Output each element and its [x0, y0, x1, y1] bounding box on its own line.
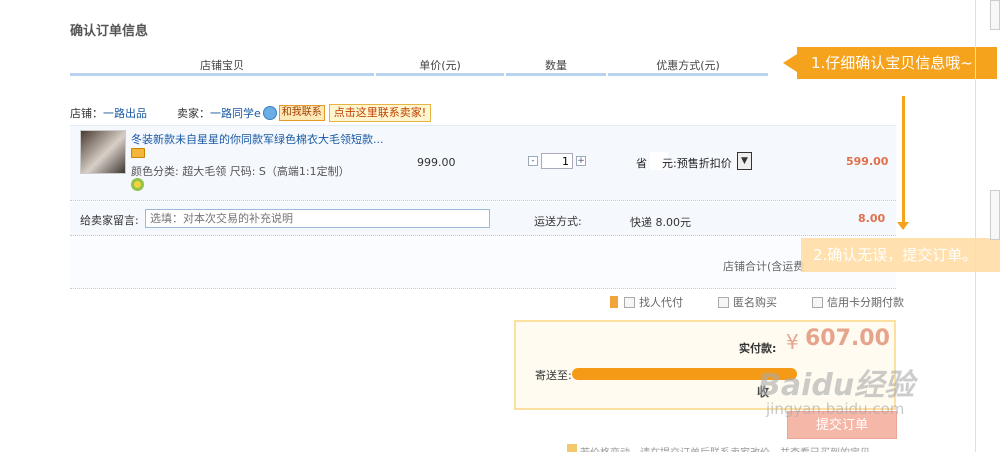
- flower-icon: [131, 178, 144, 191]
- option-label: 匿名购买: [733, 296, 777, 309]
- seller-label: 卖家：: [177, 107, 210, 120]
- callout-step2: 2.确认无误，提交订单。: [801, 238, 1000, 272]
- pay-currency: ¥: [786, 330, 799, 354]
- table-header: 店铺宝贝 单价(元) 数量 优惠方式(元): [70, 56, 780, 78]
- page-title: 确认订单信息: [70, 24, 149, 39]
- note-icon: [567, 444, 577, 452]
- shop-label: 店铺：: [70, 107, 103, 120]
- option-label: 信用卡分期付款: [827, 296, 904, 309]
- item-title-link[interactable]: 冬装新款未自星星的你同款军绿色棉衣大毛领短款...: [131, 131, 384, 147]
- discount-dropdown[interactable]: ▼: [737, 152, 752, 170]
- checkbox[interactable]: [718, 296, 729, 308]
- header-item: 店铺宝贝: [70, 56, 374, 76]
- message-label: 给卖家留言:: [80, 214, 139, 227]
- watermark-logo: Baidu经验: [758, 368, 915, 403]
- item-subtotal: 599.00: [846, 155, 889, 168]
- seller-name-link[interactable]: 一路同学e: [210, 105, 261, 121]
- guide-arrow-icon: [897, 222, 909, 230]
- quantity-stepper: - +: [528, 153, 586, 169]
- side-tab[interactable]: [990, 190, 1000, 240]
- option-anonymous[interactable]: 匿名购买: [718, 294, 777, 310]
- chat-button[interactable]: 和我联系: [278, 105, 325, 121]
- qty-input[interactable]: [541, 153, 573, 169]
- payment-options: 找人代付 匿名购买 信用卡分期付款: [610, 295, 904, 309]
- guide-line: [902, 96, 905, 226]
- checkbox[interactable]: [624, 296, 635, 308]
- page-edge: [975, 0, 976, 452]
- shop-name-link[interactable]: 一路出品: [103, 105, 147, 121]
- contact-seller-button[interactable]: 点击这里联系卖家!: [328, 104, 432, 122]
- header-price: 单价(元): [376, 56, 504, 76]
- header-quantity: 数量: [506, 56, 606, 76]
- pay-label: 实付款:: [739, 342, 777, 355]
- hint-icon: [610, 296, 618, 308]
- qty-plus-button[interactable]: +: [576, 156, 586, 166]
- discount-prefix: 省: [636, 157, 647, 170]
- qty-minus-button[interactable]: -: [528, 156, 538, 166]
- option-label: 找人代付: [639, 296, 683, 309]
- footnote: 若价格变动，请在提交订单后联系卖家改价，并查看已买到的宝贝: [580, 444, 870, 452]
- option-installment[interactable]: 信用卡分期付款: [812, 294, 904, 310]
- shop-info-row: 店铺： 一路出品 卖家： 一路同学e 和我联系 点击这里联系卖家!: [70, 104, 432, 122]
- shop-total-label: 店铺合计(含运费: [723, 260, 805, 273]
- option-proxy-pay[interactable]: 找人代付: [624, 294, 683, 310]
- message-input[interactable]: [145, 209, 490, 228]
- shipping-label: 运送方式:: [534, 215, 582, 228]
- discount-text: 元:预售折扣价: [662, 157, 732, 170]
- item-thumbnail[interactable]: [80, 130, 126, 174]
- side-tab[interactable]: [990, 0, 1000, 30]
- ship-to-label: 寄送至:: [535, 369, 572, 382]
- item-spec: 颜色分类: 超大毛领 尺码: S（高端1:1定制）: [131, 165, 350, 178]
- callout-arrow: [783, 54, 797, 72]
- pay-amount: 607.00: [805, 326, 890, 351]
- callout-step1: 1.仔细确认宝贝信息哦~: [797, 47, 997, 79]
- checkbox[interactable]: [812, 296, 823, 308]
- shipping-method: 快递 8.00元: [630, 216, 691, 229]
- item-unit-price: 999.00: [417, 156, 456, 169]
- shipping-fee: 8.00: [858, 212, 886, 225]
- wangwang-icon[interactable]: [262, 106, 277, 120]
- watermark-url: jingyan.baidu.com: [766, 400, 905, 418]
- header-discount: 优惠方式(元): [608, 56, 768, 76]
- credit-card-icon: [131, 148, 145, 158]
